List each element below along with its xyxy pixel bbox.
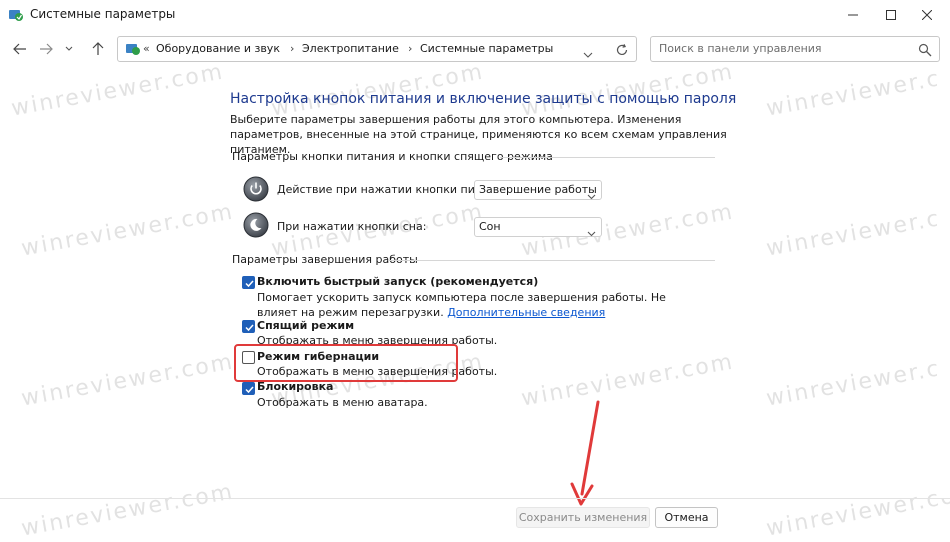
scrollbar-track[interactable] — [937, 68, 950, 498]
checkmark-icon — [245, 280, 254, 288]
watermark: winreviewer.com — [764, 199, 950, 262]
title-bar: Системные параметры — [0, 0, 950, 30]
power-button-icon — [243, 176, 269, 202]
section-divider — [388, 260, 715, 261]
window-title: Системные параметры — [30, 7, 176, 21]
watermark: winreviewer.com — [9, 59, 226, 122]
control-panel-icon — [8, 7, 24, 23]
sleep-button-icon — [243, 212, 269, 238]
up-button[interactable] — [88, 40, 108, 58]
fast-startup-description: Помогает ускорить запуск компьютера посл… — [257, 290, 697, 320]
chevron-down-icon[interactable] — [587, 186, 596, 200]
fast-startup-label[interactable]: Включить быстрый запуск (рекомендуется) — [257, 275, 538, 288]
search-placeholder[interactable]: Поиск в панели управления — [659, 42, 822, 55]
fast-startup-checkbox[interactable] — [242, 276, 255, 289]
control-panel-icon — [125, 41, 141, 57]
sleep-label[interactable]: Спящий режим — [257, 319, 354, 332]
search-box[interactable]: Поиск в панели управления — [650, 36, 940, 62]
watermark: winreviewer.com — [19, 199, 236, 262]
sleep-button-action-select[interactable]: Сон — [474, 217, 602, 237]
minimize-icon — [848, 14, 858, 16]
search-icon[interactable] — [918, 42, 932, 57]
footer-divider — [0, 498, 950, 499]
watermark: winreviewer.com — [764, 59, 950, 122]
maximize-icon — [886, 10, 896, 20]
checkmark-icon — [245, 324, 254, 332]
annotation-arrow-icon — [570, 400, 600, 506]
watermark: winreviewer.com — [764, 349, 950, 412]
back-button[interactable] — [10, 40, 30, 58]
lock-description: Отображать в меню аватара. — [257, 396, 428, 409]
section-divider — [500, 157, 715, 158]
save-changes-button[interactable]: Сохранить изменения — [516, 507, 650, 528]
cancel-button[interactable]: Отмена — [655, 507, 718, 528]
sleep-button-label: При нажатии кнопки сна: — [277, 220, 427, 233]
breadcrumb-hardware-sound[interactable]: Оборудование и звук — [156, 42, 280, 55]
lock-checkbox[interactable] — [242, 382, 255, 395]
more-info-link[interactable]: Дополнительные сведения — [447, 306, 605, 319]
breadcrumb-overflow[interactable]: « — [143, 42, 150, 55]
sleep-checkbox[interactable] — [242, 320, 255, 333]
close-button[interactable] — [904, 0, 950, 30]
arrow-left-icon — [13, 43, 26, 55]
watermark: winreviewer.com — [19, 349, 236, 412]
annotation-highlight-box — [234, 344, 458, 382]
breadcrumb-separator[interactable]: › — [408, 42, 412, 55]
watermark: winreviewer.com — [764, 479, 950, 542]
recent-locations-button[interactable] — [62, 40, 76, 58]
breadcrumb-system-settings[interactable]: Системные параметры — [420, 42, 553, 55]
arrow-up-icon — [92, 42, 104, 55]
watermark: winreviewer.com — [19, 479, 236, 542]
breadcrumb-power-options[interactable]: Электропитание — [302, 42, 399, 55]
address-bar[interactable]: « Оборудование и звук › Электропитание ›… — [117, 36, 637, 62]
watermark: winreviewer.com — [519, 349, 736, 412]
checkmark-icon — [245, 386, 254, 394]
forward-button[interactable] — [36, 40, 56, 58]
breadcrumb-separator[interactable]: › — [290, 42, 294, 55]
power-button-action-select[interactable]: Завершение работы — [474, 180, 602, 200]
arrow-right-icon — [40, 43, 53, 55]
power-button-action-value[interactable]: Завершение работы — [479, 183, 597, 196]
chevron-down-icon[interactable] — [587, 223, 596, 237]
refresh-icon — [616, 43, 628, 56]
chevron-down-icon — [65, 46, 73, 51]
close-icon — [922, 10, 932, 20]
sleep-button-action-value[interactable]: Сон — [479, 220, 501, 233]
address-dropdown-button[interactable] — [583, 44, 593, 63]
page-heading: Настройка кнопок питания и включение защ… — [230, 91, 737, 107]
refresh-button[interactable] — [615, 42, 629, 61]
chevron-down-icon — [583, 52, 593, 58]
